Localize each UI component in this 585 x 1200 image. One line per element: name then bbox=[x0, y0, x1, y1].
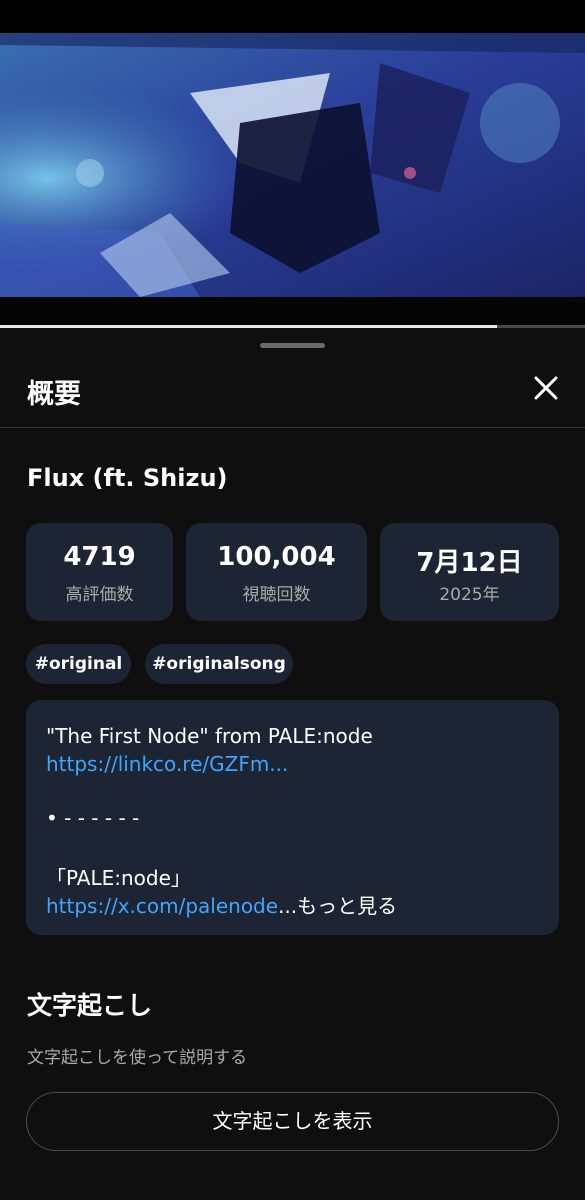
description-line: • - - - - - - bbox=[46, 806, 140, 830]
description-link[interactable]: https://linkco.re/GZFm... bbox=[46, 752, 288, 776]
show-transcript-button[interactable]: 文字起こしを表示 bbox=[26, 1092, 559, 1151]
stat-date: 7月12日 2025年 bbox=[380, 523, 559, 621]
video-letterbox bbox=[0, 297, 585, 326]
video-title: Flux (ft. Shizu) bbox=[27, 464, 228, 492]
show-more-link[interactable]: ...もっと見る bbox=[278, 894, 397, 918]
progress-fill bbox=[0, 325, 498, 328]
sheet-title: 概要 bbox=[27, 379, 81, 410]
progress-bar[interactable] bbox=[0, 325, 585, 328]
description-sheet: 概要 Flux (ft. Shizu) 4719 高評価数 100,004 視聴… bbox=[0, 330, 585, 1200]
description-line: "The First Node" from PALE:node bbox=[46, 724, 373, 748]
divider bbox=[0, 427, 585, 428]
hashtag-chip[interactable]: #original bbox=[26, 644, 131, 684]
video-frame bbox=[0, 33, 585, 297]
close-button[interactable] bbox=[528, 370, 564, 406]
hashtag-chip[interactable]: #originalsong bbox=[145, 644, 293, 684]
transcript-subtitle: 文字起こしを使って説明する bbox=[27, 1048, 248, 1068]
close-icon bbox=[534, 376, 558, 400]
publish-year: 2025年 bbox=[439, 585, 500, 605]
transcript-title: 文字起こし bbox=[27, 991, 153, 1020]
publish-date: 7月12日 bbox=[416, 548, 523, 578]
status-bar bbox=[0, 0, 585, 33]
views-count: 100,004 bbox=[217, 542, 336, 572]
likes-label: 高評価数 bbox=[65, 585, 134, 605]
stat-views: 100,004 視聴回数 bbox=[186, 523, 367, 621]
stat-likes: 4719 高評価数 bbox=[26, 523, 173, 621]
description-last-line: https://x.com/palenode...もっと見る bbox=[46, 890, 397, 919]
drag-handle[interactable] bbox=[260, 343, 325, 348]
description-line: 「PALE:node」 bbox=[46, 866, 191, 890]
views-label: 視聴回数 bbox=[242, 585, 311, 605]
description-box[interactable]: "The First Node" from PALE:node https://… bbox=[26, 700, 559, 935]
video-player[interactable] bbox=[0, 33, 585, 297]
description-link[interactable]: https://x.com/palenode bbox=[46, 894, 278, 918]
likes-count: 4719 bbox=[63, 542, 136, 572]
